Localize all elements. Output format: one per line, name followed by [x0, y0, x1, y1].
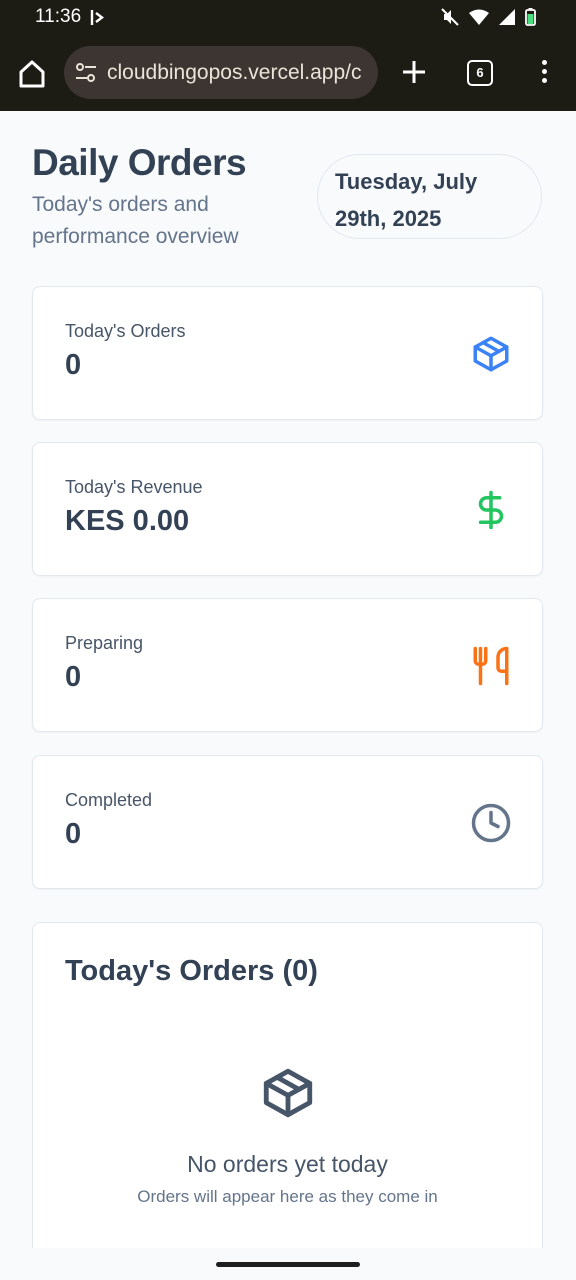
empty-state-subtitle: Orders will appear here as they come in	[137, 1187, 438, 1206]
stat-label: Today's Revenue	[65, 477, 203, 497]
site-settings-icon[interactable]	[75, 62, 97, 89]
stat-card-todays-revenue: Today's Revenue KES 0.00	[32, 442, 543, 576]
battery-icon	[525, 8, 536, 26]
cast-icon	[89, 9, 107, 31]
stat-value: 0	[65, 661, 82, 693]
browser-chrome: 11:36 cloudbingopos.vercel.app/c 6	[0, 0, 576, 111]
url-text: cloudbingopos.vercel.app/c	[107, 61, 362, 84]
stat-value: 0	[65, 818, 82, 850]
stat-card-preparing: Preparing 0	[32, 598, 543, 732]
status-icons	[441, 8, 536, 26]
orders-card: Today's Orders (0) No orders yet today O…	[32, 922, 543, 1262]
stat-label: Completed	[65, 790, 153, 810]
page-subtitle: Today's orders and performance overview	[32, 193, 239, 248]
signal-icon	[499, 9, 515, 25]
stat-label: Preparing	[65, 633, 144, 653]
status-time: 11:36	[35, 6, 82, 27]
stat-value: 0	[65, 349, 82, 381]
package-icon	[470, 333, 512, 375]
package-icon	[259, 1063, 317, 1128]
stat-value: KES 0.00	[65, 505, 190, 537]
browser-menu-button[interactable]	[537, 60, 551, 86]
empty-state-title: No orders yet today	[187, 1151, 388, 1177]
wifi-icon	[469, 9, 489, 25]
mute-icon	[441, 8, 459, 26]
stat-card-todays-orders: Today's Orders 0	[32, 286, 543, 420]
utensils-icon	[470, 645, 512, 687]
date-text: Tuesday, July 29th, 2025	[335, 169, 478, 231]
address-bar[interactable]: cloudbingopos.vercel.app/c	[64, 46, 378, 99]
stat-card-completed: Completed 0	[32, 755, 543, 889]
gesture-handle[interactable]	[216, 1262, 360, 1267]
date-badge: Tuesday, July 29th, 2025	[317, 154, 542, 239]
new-tab-button[interactable]	[400, 58, 428, 91]
stat-label: Today's Orders	[65, 321, 186, 341]
home-button[interactable]	[16, 58, 48, 90]
tab-switcher-button[interactable]: 6	[467, 60, 493, 86]
clock-icon	[470, 802, 512, 844]
orders-title: Today's Orders (0)	[65, 955, 318, 987]
page-title: Daily Orders	[32, 142, 247, 183]
dollar-sign-icon	[470, 489, 512, 531]
